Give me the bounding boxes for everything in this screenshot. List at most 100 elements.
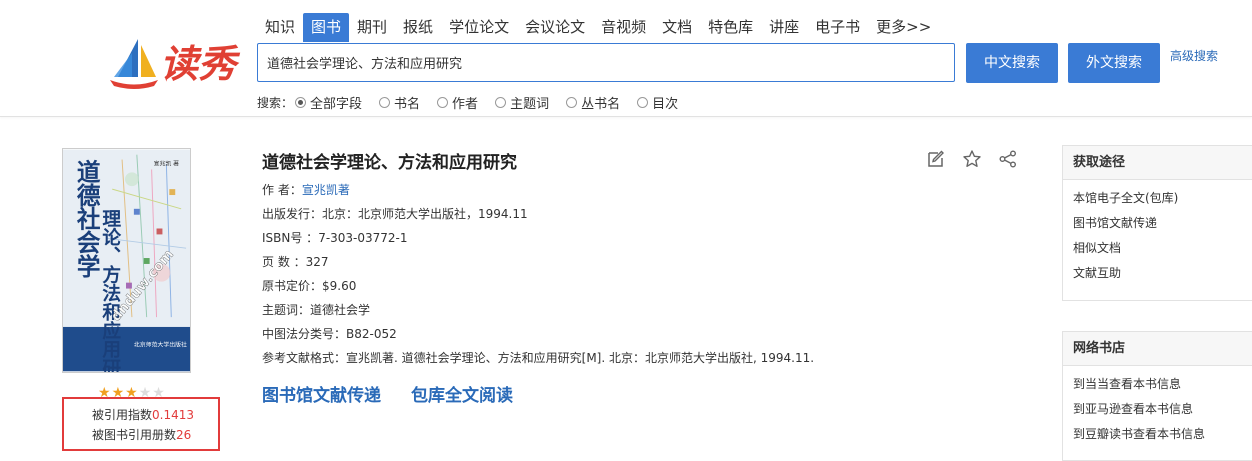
search-field-label: 主题词 <box>510 96 550 112</box>
cite-index-value: 0.1413 <box>152 408 195 422</box>
pages-row: 页 数 ：327 <box>262 253 329 270</box>
isbn-label: ISBN号 ： <box>262 231 319 245</box>
price-row: 原书定价：$9.60 <box>262 277 356 294</box>
foreign-search-button[interactable]: 外文搜索 <box>1068 43 1160 83</box>
edit-icon[interactable] <box>926 149 946 169</box>
fulltext-read-link[interactable]: 包库全文阅读 <box>411 381 513 406</box>
bookstore-panel-list: 到当当查看本书信息 到亚马逊查看本书信息 到豆瓣读书查看本书信息 <box>1063 366 1252 453</box>
access-panel: 获取途径 本馆电子全文(包库) 图书馆文献传递 相似文档 文献互助 <box>1062 145 1252 301</box>
subject-row: 主题词：道德社会学 <box>262 301 370 318</box>
access-link[interactable]: 文献互助 <box>1073 261 1252 286</box>
search-field-options: 搜索： 全部字段 书名 作者 主题词 丛书名 目次 <box>257 92 695 112</box>
search-input[interactable] <box>258 44 954 81</box>
sail-logo-icon <box>110 39 158 89</box>
author-label: 作 者： <box>262 183 302 197</box>
bookstore-link[interactable]: 到豆瓣读书查看本书信息 <box>1073 422 1252 447</box>
reference-label: 参考文献格式： <box>262 351 347 365</box>
category-nav: 知识 图书 期刊 报纸 学位论文 会议论文 音视频 文档 特色库 讲座 电子书 更多>> <box>257 13 939 42</box>
book-title: 道德社会学理论、方法和应用研究 <box>262 153 517 173</box>
access-link[interactable]: 相似文档 <box>1073 236 1252 261</box>
nav-tab[interactable]: 讲座 <box>761 13 807 42</box>
subject-value: 道德社会学 <box>310 303 371 317</box>
chinese-search-button[interactable]: 中文搜索 <box>966 43 1058 83</box>
isbn-value: 7-303-03772-1 <box>318 231 408 245</box>
search-field-radio[interactable]: 作者 <box>437 93 478 112</box>
nav-tab[interactable]: 文档 <box>654 13 700 42</box>
cite-books-label: 被图书引用册数 <box>92 428 177 442</box>
nav-tab[interactable]: 更多>> <box>868 13 939 42</box>
search-field-label: 全部字段 <box>310 96 363 112</box>
cover-author-text: 宣兆凯 著 <box>154 159 180 167</box>
bookstore-panel-title: 网络书店 <box>1063 332 1252 366</box>
search-field-label: 目次 <box>652 96 679 112</box>
citation-stats-box: 被引用指数0.1413 被图书引用册数26 <box>62 397 220 451</box>
pages-label: 页 数 ： <box>262 255 306 269</box>
subject-label: 主题词： <box>262 303 311 317</box>
author-row: 作 者：宣兆凯著 <box>262 181 350 198</box>
radio-dot-icon <box>379 96 391 108</box>
author-link[interactable]: 宣兆凯著 <box>302 183 350 197</box>
cite-index-label: 被引用指数 <box>92 408 153 422</box>
clc-label: 中图法分类号： <box>262 327 347 341</box>
nav-tab[interactable]: 报纸 <box>395 13 441 42</box>
nav-tab[interactable]: 会议论文 <box>517 13 593 42</box>
search-field-label: 作者 <box>452 96 479 112</box>
cover-title-text: 道德社会学 <box>73 158 101 278</box>
pages-value: 327 <box>305 255 329 269</box>
cover-subtitle-text: 理论、方法和应用研究 <box>99 209 121 372</box>
radio-dot-icon <box>495 96 507 108</box>
price-label: 原书定价： <box>262 279 323 293</box>
search-field-radio[interactable]: 目次 <box>637 93 678 112</box>
nav-tab[interactable]: 音视频 <box>593 13 654 42</box>
toolbar <box>926 149 1034 169</box>
search-fields-label: 搜索： <box>257 95 294 110</box>
access-link[interactable]: 本馆电子全文(包库) <box>1073 186 1252 211</box>
action-links: 图书馆文献传递 包库全文阅读 <box>262 381 543 406</box>
cite-index-row: 被引用指数0.1413 <box>92 405 218 425</box>
header: 读秀 知识图书期刊报纸学位论文会议论文音视频文档特色库讲座电子书更多>> 中文搜… <box>0 0 1252 117</box>
nav-tab[interactable]: 图书 <box>303 13 350 42</box>
access-panel-title: 获取途径 <box>1063 146 1252 180</box>
bookstore-panel: 网络书店 到当当查看本书信息 到亚马逊查看本书信息 到豆瓣读书查看本书信息 <box>1062 331 1252 461</box>
cover-publisher-text: 北京师范大学出版社 <box>134 341 187 349</box>
search-field-label: 书名 <box>394 96 421 112</box>
radio-dot-icon <box>637 96 649 108</box>
radio-dot-icon <box>295 96 307 108</box>
search-field-label: 丛书名 <box>581 96 621 112</box>
nav-tab[interactable]: 电子书 <box>807 13 868 42</box>
book-cover[interactable]: 道德社会学 理论、方法和应用研究 宣兆凯 著 北京师范大学出版社 dnduw.c… <box>62 148 191 373</box>
access-panel-list: 本馆电子全文(包库) 图书馆文献传递 相似文档 文献互助 <box>1063 180 1252 292</box>
share-icon[interactable] <box>998 149 1018 169</box>
reference-row: 参考文献格式：宣兆凯著. 道德社会学理论、方法和应用研究[M]. 北京：北京师范… <box>262 349 814 366</box>
logo-text: 读秀 <box>160 41 237 86</box>
publisher-row: 出版发行：北京：北京师范大学出版社，1994.11 <box>262 205 528 222</box>
search-field-radio[interactable]: 主题词 <box>495 93 549 112</box>
radio-dot-icon <box>437 96 449 108</box>
search-field-radio[interactable]: 丛书名 <box>566 93 620 112</box>
access-link[interactable]: 图书馆文献传递 <box>1073 211 1252 236</box>
search-box <box>257 43 955 82</box>
search-field-radio[interactable]: 全部字段 <box>295 93 362 112</box>
bookstore-link[interactable]: 到亚马逊查看本书信息 <box>1073 397 1252 422</box>
publisher-value: 北京：北京师范大学出版社，1994.11 <box>322 207 528 221</box>
nav-tab[interactable]: 学位论文 <box>441 13 517 42</box>
nav-tab[interactable]: 知识 <box>257 13 303 42</box>
nav-tab[interactable]: 期刊 <box>349 13 395 42</box>
document-delivery-link[interactable]: 图书馆文献传递 <box>262 381 381 406</box>
advanced-search-link[interactable]: 高级搜索 <box>1170 47 1218 64</box>
cite-books-value: 26 <box>176 428 192 442</box>
isbn-row: ISBN号 ：7-303-03772-1 <box>262 229 408 246</box>
clc-value: B82-052 <box>346 327 397 341</box>
radio-dot-icon <box>566 96 578 108</box>
price-value: $9.60 <box>322 279 357 293</box>
clc-row: 中图法分类号：B82-052 <box>262 325 397 342</box>
bookstore-link[interactable]: 到当当查看本书信息 <box>1073 372 1252 397</box>
reference-value: 宣兆凯著. 道德社会学理论、方法和应用研究[M]. 北京：北京师范大学出版社, … <box>346 351 815 365</box>
book-cover-image: 道德社会学 理论、方法和应用研究 宣兆凯 著 北京师范大学出版社 dnduw.c… <box>63 149 190 372</box>
star-icon[interactable] <box>962 149 982 169</box>
publisher-label: 出版发行： <box>262 207 323 221</box>
cite-books-row: 被图书引用册数26 <box>92 425 218 445</box>
nav-tab[interactable]: 特色库 <box>700 13 761 42</box>
search-field-radio[interactable]: 书名 <box>379 93 420 112</box>
duxiu-logo[interactable]: 读秀 <box>108 37 238 93</box>
